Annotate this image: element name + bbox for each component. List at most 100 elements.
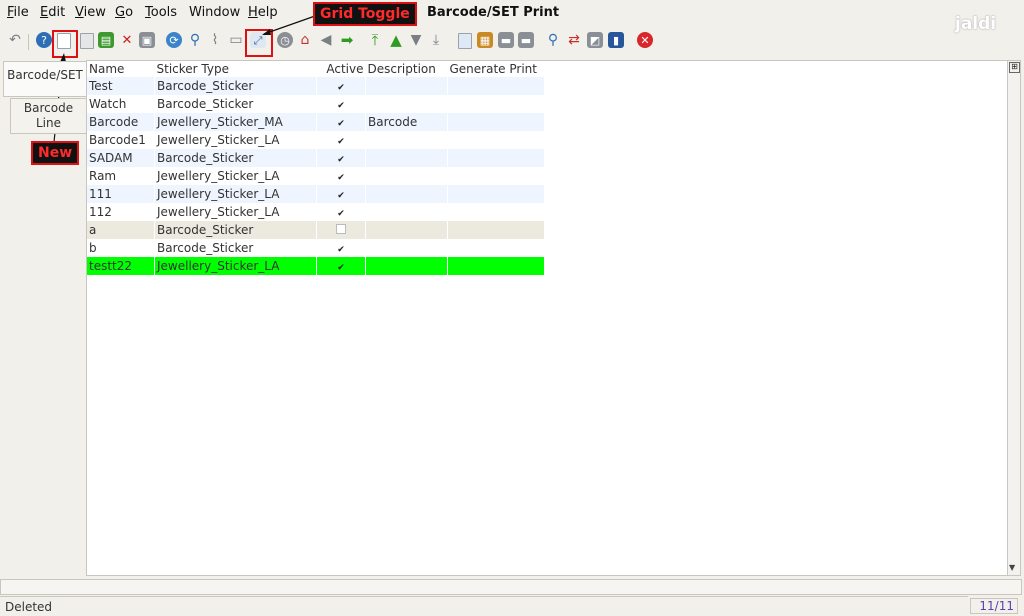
menu-go[interactable]: Go xyxy=(115,5,133,20)
cell-name[interactable]: Watch xyxy=(87,95,155,113)
table-row[interactable]: 112 Jewellery_Sticker_LA ✔ xyxy=(87,203,544,221)
grid-menu-icon[interactable]: ⊞ xyxy=(1009,62,1020,73)
cell-description[interactable] xyxy=(365,77,448,95)
cell-generate-print[interactable] xyxy=(447,149,544,167)
delete-icon[interactable]: ✕ xyxy=(119,32,135,48)
cell-description[interactable] xyxy=(365,239,448,257)
cell-active[interactable]: ✔ xyxy=(316,167,366,185)
print-preview-icon[interactable]: ▬ xyxy=(498,32,514,48)
cell-active[interactable]: ✔ xyxy=(316,131,366,149)
record-count[interactable]: 11/11 xyxy=(970,598,1018,614)
next-icon[interactable]: ➡ xyxy=(339,32,355,48)
chat-icon[interactable]: ▭ xyxy=(228,32,244,48)
cell-description[interactable] xyxy=(365,185,448,203)
tab-barcode-line[interactable]: Barcode Line xyxy=(10,98,87,134)
table-row[interactable]: SADAM Barcode_Sticker ✔ xyxy=(87,149,544,167)
attachment-icon[interactable]: ⌇ xyxy=(207,32,223,48)
cell-sticker-type[interactable]: Jewellery_Sticker_LA xyxy=(154,185,317,203)
checkbox-checked[interactable]: ✔ xyxy=(337,246,346,255)
cell-name[interactable]: 111 xyxy=(87,185,155,203)
cell-sticker-type[interactable]: Barcode_Sticker xyxy=(154,239,317,257)
workflow-icon[interactable]: ⇄ xyxy=(566,32,582,48)
column-header-active[interactable]: Active xyxy=(317,61,366,77)
checkbox-checked[interactable]: ✔ xyxy=(337,210,346,219)
column-header-generate-print[interactable]: Generate Print xyxy=(448,61,545,77)
scroll-down-icon[interactable]: ▼ xyxy=(1009,563,1015,572)
table-row[interactable]: Barcode1 Jewellery_Sticker_LA ✔ xyxy=(87,131,544,149)
cell-active[interactable]: ✔ xyxy=(316,185,366,203)
cell-sticker-type[interactable]: Jewellery_Sticker_LA xyxy=(154,203,317,221)
table-row[interactable]: Ram Jewellery_Sticker_LA ✔ xyxy=(87,167,544,185)
table-row[interactable]: 111 Jewellery_Sticker_LA ✔ xyxy=(87,185,544,203)
cell-generate-print[interactable] xyxy=(447,257,544,275)
vertical-scrollbar[interactable] xyxy=(1007,60,1021,576)
cell-generate-print[interactable] xyxy=(447,113,544,131)
cell-description[interactable] xyxy=(365,167,448,185)
next-record-icon[interactable]: ▼ xyxy=(408,32,424,48)
cell-sticker-type[interactable]: Barcode_Sticker xyxy=(154,149,317,167)
cell-active[interactable]: ✔ xyxy=(316,239,366,257)
cell-name[interactable]: Ram xyxy=(87,167,155,185)
menu-edit[interactable]: Edit xyxy=(40,5,65,20)
cell-name[interactable]: SADAM xyxy=(87,149,155,167)
print-icon[interactable]: ▬ xyxy=(518,32,534,48)
cell-description[interactable] xyxy=(365,95,448,113)
cell-active[interactable]: ✔ xyxy=(316,77,366,95)
previous-record-icon[interactable]: ▲ xyxy=(388,32,404,48)
cell-active[interactable]: ✔ xyxy=(316,257,366,275)
table-row[interactable]: b Barcode_Sticker ✔ xyxy=(87,239,544,257)
table-row[interactable]: a Barcode_Sticker xyxy=(87,221,544,239)
checkbox-checked[interactable]: ✔ xyxy=(337,192,346,201)
checkbox-checked[interactable]: ✔ xyxy=(337,174,346,183)
cell-description[interactable] xyxy=(365,221,448,239)
column-header-sticker-type[interactable]: Sticker Type xyxy=(155,61,317,77)
find-icon[interactable]: ⚲ xyxy=(187,32,203,48)
cell-sticker-type[interactable]: Jewellery_Sticker_LA xyxy=(154,167,317,185)
menu-tools[interactable]: Tools xyxy=(145,5,177,20)
cell-active[interactable]: ✔ xyxy=(316,149,366,167)
cell-generate-print[interactable] xyxy=(447,167,544,185)
table-row[interactable]: Barcode Jewellery_Sticker_MA ✔ Barcode xyxy=(87,113,544,131)
cell-generate-print[interactable] xyxy=(447,131,544,149)
checkbox-checked[interactable]: ✔ xyxy=(337,120,346,129)
table-row[interactable]: Watch Barcode_Sticker ✔ xyxy=(87,95,544,113)
last-record-icon[interactable]: ⤓ xyxy=(428,32,444,48)
cell-description[interactable] xyxy=(365,257,448,275)
help-icon[interactable]: ? xyxy=(36,32,52,48)
cell-active[interactable]: ✔ xyxy=(316,203,366,221)
cell-name[interactable]: 112 xyxy=(87,203,155,221)
undo-icon[interactable]: ↶ xyxy=(7,32,23,48)
product-info-icon[interactable]: ◩ xyxy=(587,32,603,48)
save-disabled-icon[interactable]: ▣ xyxy=(139,32,155,48)
cell-active[interactable] xyxy=(316,221,366,239)
report-icon[interactable] xyxy=(458,33,472,49)
first-record-icon[interactable]: ⤒ xyxy=(367,32,383,48)
zoom-across-icon[interactable]: ⚲ xyxy=(545,32,561,48)
cell-active[interactable]: ✔ xyxy=(316,95,366,113)
previous-icon[interactable]: ◀ xyxy=(318,32,334,48)
menu-window[interactable]: Window xyxy=(189,5,240,20)
archive-icon[interactable]: ▦ xyxy=(477,32,493,48)
cell-name[interactable]: a xyxy=(87,221,155,239)
cell-generate-print[interactable] xyxy=(447,221,544,239)
close-window-icon[interactable]: ✕ xyxy=(637,32,653,48)
menu-file[interactable]: File xyxy=(7,5,29,20)
cell-sticker-type[interactable]: Barcode_Sticker xyxy=(154,221,317,239)
checkbox-checked[interactable]: ✔ xyxy=(337,84,346,93)
table-row[interactable]: Test Barcode_Sticker ✔ xyxy=(87,77,544,95)
cell-description[interactable]: Barcode xyxy=(365,113,448,131)
cell-sticker-type[interactable]: Barcode_Sticker xyxy=(154,77,317,95)
cell-description[interactable] xyxy=(365,131,448,149)
column-header-name[interactable]: Name xyxy=(87,61,155,77)
checkbox-checked[interactable]: ✔ xyxy=(337,138,346,147)
cell-description[interactable] xyxy=(365,203,448,221)
checkbox-checked[interactable]: ✔ xyxy=(337,156,346,165)
cell-active[interactable]: ✔ xyxy=(316,113,366,131)
cell-generate-print[interactable] xyxy=(447,95,544,113)
cell-generate-print[interactable] xyxy=(447,77,544,95)
cell-name[interactable]: Test xyxy=(87,77,155,95)
cell-generate-print[interactable] xyxy=(447,203,544,221)
table-row[interactable]: testt22 Jewellery_Sticker_LA ✔ xyxy=(87,257,544,275)
save-icon[interactable]: ▤ xyxy=(98,32,114,48)
cell-generate-print[interactable] xyxy=(447,239,544,257)
